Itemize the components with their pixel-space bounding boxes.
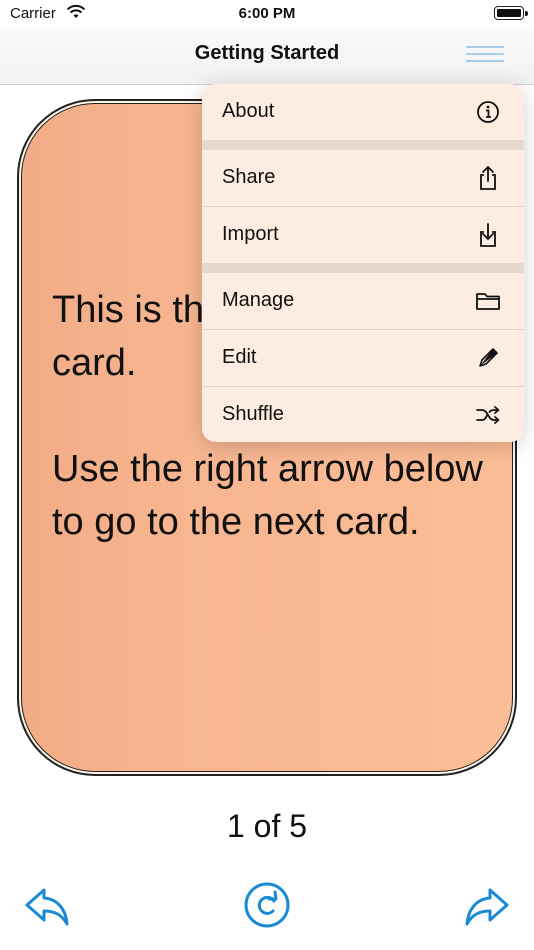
shuffle-icon [476,406,500,424]
page-title: Getting Started [194,42,340,64]
info-circle-icon [477,101,499,123]
share-icon [480,166,496,190]
menu-item-import[interactable]: Import [202,207,524,263]
menu-item-share[interactable]: Share [202,150,524,206]
menu-item-label: Import [222,223,279,245]
hamburger-menu-icon[interactable] [466,42,504,66]
status-time: 6:00 PM [238,5,296,22]
status-bar: Carrier 6:00 PM [0,0,534,28]
menu-item-label: Edit [222,346,257,368]
menu-item-label: About [222,100,275,122]
menu-section-divider [202,140,524,150]
card-line-1: This is th [52,289,205,331]
forward-arrow-icon[interactable] [462,880,512,930]
menu-item-label: Share [222,166,276,188]
battery-icon [494,6,528,20]
options-menu: About Share Import Manage Edit Shuffle [202,84,524,442]
card-counter: 1 of 5 [226,808,308,844]
card-line-2: card. [52,342,137,384]
menu-section-divider [202,263,524,273]
pencil-icon [479,348,498,367]
menu-item-manage[interactable]: Manage [202,273,524,329]
menu-item-edit[interactable]: Edit [202,330,524,386]
import-tray-icon [480,223,496,247]
flip-refresh-icon[interactable] [242,880,292,930]
navigation-bar: Getting Started [0,28,534,85]
card-paragraph-2: Use the right arrow below to go to the n… [52,448,483,543]
menu-item-label: Shuffle [222,403,284,425]
menu-item-about[interactable]: About [202,84,524,140]
back-arrow-icon[interactable] [22,880,72,930]
menu-item-label: Manage [222,289,295,311]
folder-icon [476,293,500,310]
menu-item-shuffle[interactable]: Shuffle [202,387,524,442]
